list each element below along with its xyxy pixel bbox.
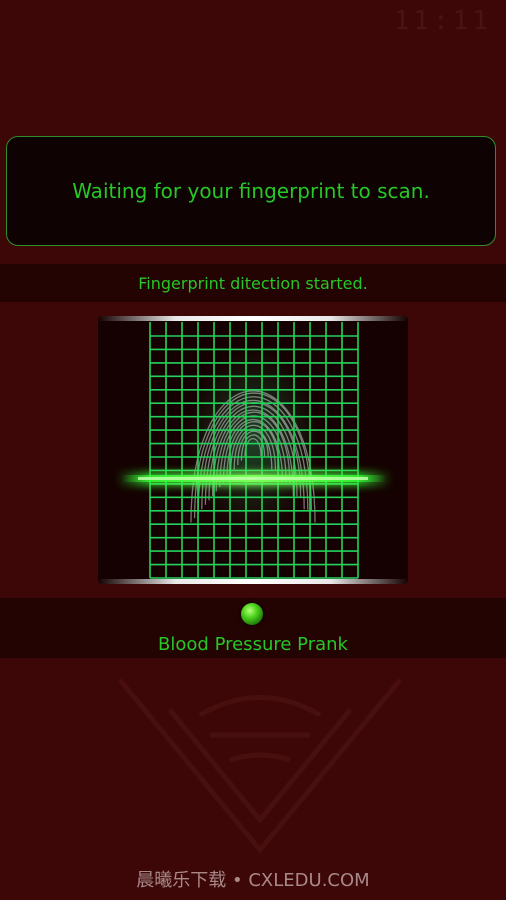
scan-line: [116, 472, 392, 486]
watermark-text: 晨曦乐下载 • CXLEDU.COM: [136, 870, 370, 891]
status-clock: 11:11: [393, 6, 492, 36]
app-title: Blood Pressure Prank: [158, 634, 348, 655]
background-logo: [118, 678, 402, 854]
status-led-icon: [241, 603, 263, 625]
detection-status-bar: Fingerprint ditection started.: [0, 264, 506, 302]
detection-status-text: Fingerprint ditection started.: [138, 273, 368, 293]
fingerprint-scanner[interactable]: [98, 316, 408, 584]
scan-message-text: Waiting for your fingerprint to scan.: [72, 179, 430, 203]
app-screen: 11:11 Waiting for your fingerprint to sc…: [0, 0, 506, 900]
scanner-graphic[interactable]: [98, 316, 408, 584]
status-bar: 11:11: [0, 0, 506, 40]
scan-message-box: Waiting for your fingerprint to scan.: [6, 136, 496, 246]
